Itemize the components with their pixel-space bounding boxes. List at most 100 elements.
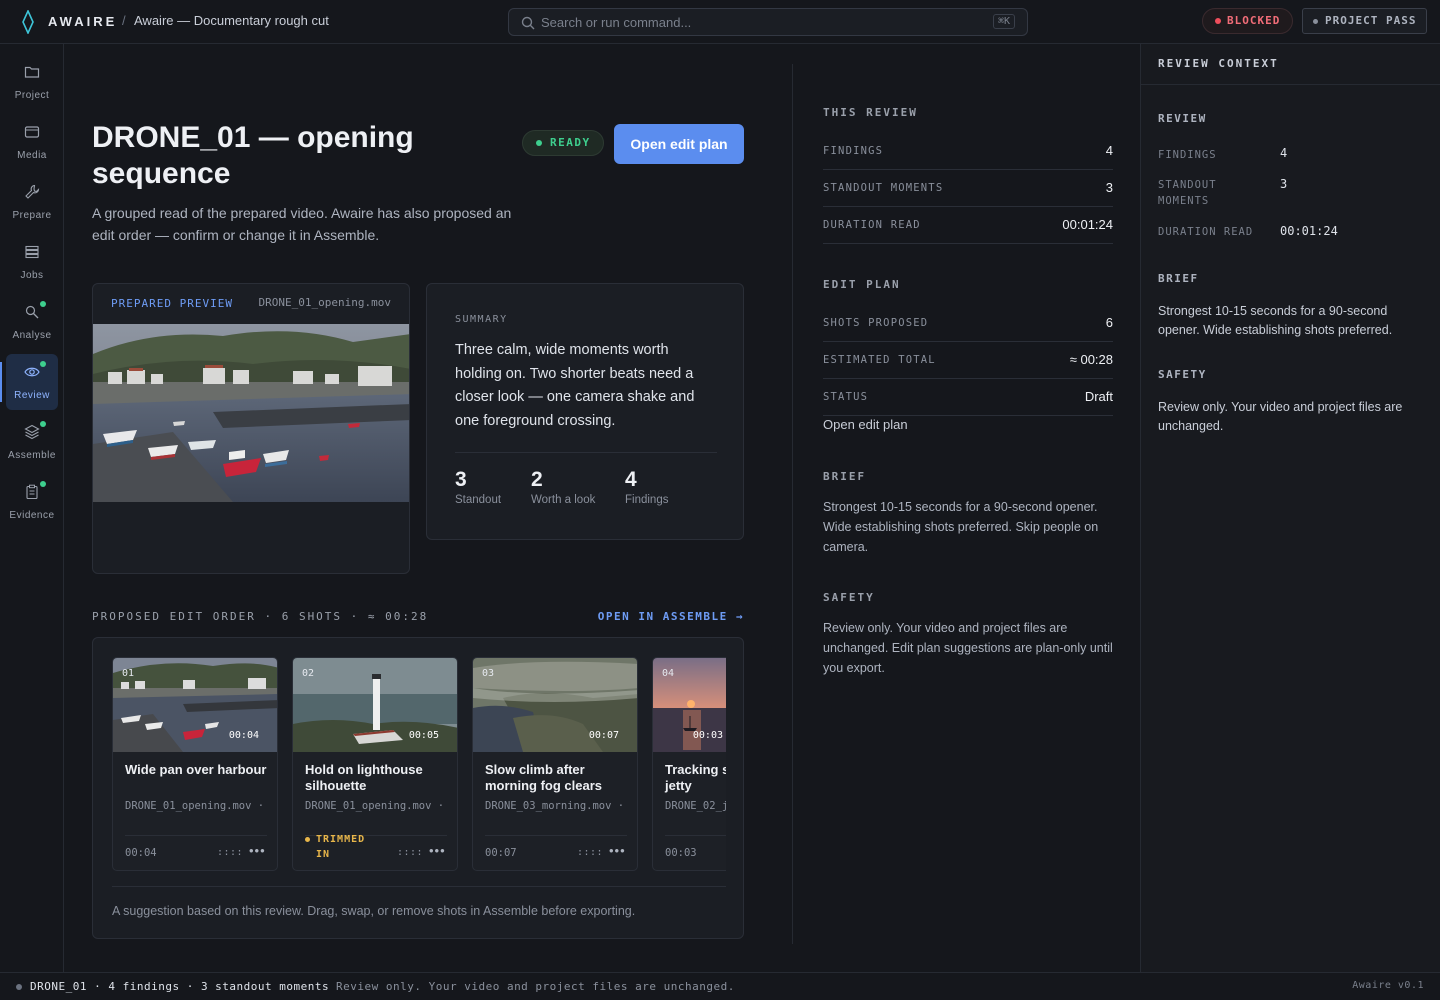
- command-search[interactable]: ⌘K: [508, 8, 1028, 36]
- shot-title: Slow climb after morning fog clears: [485, 762, 603, 793]
- shot-time: 00:07: [485, 847, 517, 859]
- nav-item-assemble[interactable]: Assemble: [6, 414, 58, 470]
- status-summary: DRONE_01 · 4 findings · 3 standout momen…: [30, 980, 330, 993]
- row-value: 3: [1105, 180, 1113, 195]
- open-edit-plan-button[interactable]: Open edit plan: [614, 124, 744, 164]
- drag-handle-icon[interactable]: ::::: [577, 847, 603, 858]
- preview-filename: DRONE_01_opening.mov: [258, 296, 391, 309]
- review-main: DRONE_01 — opening sequence READY Open e…: [64, 44, 792, 972]
- nav-item-jobs[interactable]: Jobs: [6, 234, 58, 290]
- edit-order-heading: PROPOSED EDIT ORDER · 6 SHOTS · ≈ 00:28: [92, 610, 429, 623]
- stat-standout: 3 Standout: [455, 468, 501, 506]
- stat-value: 2: [531, 468, 543, 491]
- context-review-heading: REVIEW: [1158, 112, 1207, 125]
- breadcrumb-separator: /: [122, 13, 126, 28]
- folder-icon: [24, 66, 40, 78]
- shot-source-file: DRONE_03_morning.mov · 00:20–00:27: [485, 800, 631, 812]
- evidence-status-dot: [40, 481, 46, 487]
- eye-icon: [24, 367, 40, 377]
- more-options-icon[interactable]: •••: [249, 843, 266, 858]
- more-options-icon[interactable]: •••: [609, 843, 626, 858]
- status-bar: DRONE_01 · 4 findings · 3 standout momen…: [0, 972, 1440, 1000]
- status-safety-note: Review only. Your video and project file…: [336, 980, 735, 993]
- brief-heading: BRIEF: [823, 470, 867, 483]
- open-in-assemble-link[interactable]: OPEN IN ASSEMBLE →: [598, 610, 744, 623]
- page-title: DRONE_01 — opening sequence: [92, 121, 414, 190]
- shot-divider: [125, 835, 267, 836]
- awaire-logo-icon[interactable]: [20, 10, 36, 34]
- shot-source-file: DRONE_01_opening.mov · 00:00–00:04: [125, 800, 271, 812]
- context-panel-title: REVIEW CONTEXT: [1158, 57, 1279, 70]
- nav-item-review[interactable]: Review: [0, 354, 58, 410]
- search-shortcut-hint: ⌘K: [992, 14, 1015, 29]
- review-row-findings: FINDINGS 4: [823, 133, 1113, 170]
- nav-label: Evidence: [9, 510, 55, 521]
- stat-findings: 4 Findings: [625, 468, 668, 506]
- shot-index: 03: [482, 668, 495, 679]
- shot-title: Hold on lighthouse silhouette: [305, 762, 423, 793]
- context-safety-heading: SAFETY: [1158, 368, 1207, 381]
- shot-index: 04: [662, 668, 675, 679]
- shot-card[interactable]: 04 00:03 Tracking shot along the jetty D…: [652, 657, 726, 871]
- nav-item-evidence[interactable]: Evidence: [6, 474, 58, 530]
- plan-row-shots: SHOTS PROPOSED 6: [823, 305, 1113, 342]
- nav-item-media[interactable]: Media: [6, 114, 58, 170]
- stat-label: Findings: [625, 494, 669, 506]
- summary-text: Three calm, wide moments worth holding o…: [455, 342, 695, 429]
- shot-duration-overlay: 00:07: [588, 730, 619, 741]
- shot-index: 02: [302, 668, 315, 679]
- review-context-panel: REVIEW CONTEXT REVIEW FINDINGS 4 STANDOU…: [1140, 44, 1440, 972]
- brand-name: AWAIRE: [48, 14, 118, 29]
- row-key: STANDOUT MOMENTS: [823, 182, 944, 194]
- row-value: ≈ 00:28: [1069, 352, 1113, 367]
- prepared-preview-card: PREPARED PREVIEW DRONE_01_opening.mov: [92, 283, 410, 574]
- drag-handle-icon[interactable]: ::::: [397, 847, 423, 858]
- shot-divider: [665, 835, 726, 836]
- row-key: FINDINGS: [823, 145, 884, 157]
- proposed-edit-order-card: 01 00:04 Wide pan over harbour DRONE_01_…: [92, 637, 744, 939]
- harbour-preview-image[interactable]: [93, 324, 410, 502]
- more-options-icon[interactable]: •••: [429, 843, 446, 858]
- nav-item-prepare[interactable]: Prepare: [6, 174, 58, 230]
- shot-duration-overlay: 00:04: [228, 730, 259, 741]
- app-version: Awaire v0.1: [1352, 980, 1424, 991]
- review-status-dot: [40, 361, 46, 367]
- shot-title: Wide pan over harbour: [125, 762, 267, 777]
- ready-status-badge: READY: [522, 130, 604, 156]
- row-value: 4: [1105, 143, 1113, 158]
- nav-item-analyse[interactable]: Analyse: [6, 294, 58, 350]
- breadcrumb-project[interactable]: Awaire — Documentary rough cut: [134, 13, 329, 28]
- status-dot: [16, 984, 22, 990]
- blocked-status-badge[interactable]: BLOCKED: [1202, 8, 1294, 34]
- shot-source-file: DRONE_02_jetty.mov · 00:08–00:11: [665, 800, 726, 812]
- review-row-duration: DURATION READ 00:01:24: [823, 207, 1113, 244]
- shot-strip[interactable]: 01 00:04 Wide pan over harbour DRONE_01_…: [112, 657, 726, 873]
- shot-duration-overlay: 00:05: [408, 730, 439, 741]
- edit-order-note: A suggestion based on this review. Drag,…: [112, 904, 636, 918]
- clipboard-icon: [26, 484, 38, 500]
- nav-item-project[interactable]: Project: [6, 54, 58, 110]
- summary-divider: [455, 452, 717, 453]
- context-key: STANDOUT MOMENTS: [1158, 179, 1217, 207]
- shot-card[interactable]: 01 00:04 Wide pan over harbour DRONE_01_…: [112, 657, 278, 871]
- edit-plan-heading: EDIT PLAN: [823, 278, 901, 291]
- context-value: 00:01:24: [1280, 224, 1338, 238]
- project-pass-button[interactable]: PROJECT PASS: [1302, 8, 1428, 34]
- row-value: 00:01:24: [1062, 217, 1113, 232]
- this-review-heading: THIS REVIEW: [823, 106, 918, 119]
- search-input[interactable]: [541, 9, 981, 35]
- summary-card: SUMMARY Three calm, wide moments worth h…: [426, 283, 744, 540]
- context-key: DURATION READ: [1158, 226, 1254, 238]
- nav-label: Media: [17, 150, 47, 161]
- trimmed-in-badge: TRIMMED IN: [305, 832, 375, 862]
- review-row-standout: STANDOUT MOMENTS 3: [823, 170, 1113, 207]
- shot-card[interactable]: 03 00:07 Slow climb after morning fog cl…: [472, 657, 638, 871]
- open-edit-plan-link[interactable]: Open edit plan: [823, 417, 908, 432]
- analyse-status-dot: [40, 301, 46, 307]
- shot-title: Tracking shot along the jetty: [665, 762, 726, 793]
- nav-label: Review: [14, 390, 50, 401]
- shot-index: 01: [122, 668, 135, 679]
- shot-card[interactable]: 02 00:05 Hold on lighthouse silhouette D…: [292, 657, 458, 871]
- drag-handle-icon[interactable]: ::::: [217, 847, 243, 858]
- page-subtitle: A grouped read of the prepared video. Aw…: [92, 205, 512, 243]
